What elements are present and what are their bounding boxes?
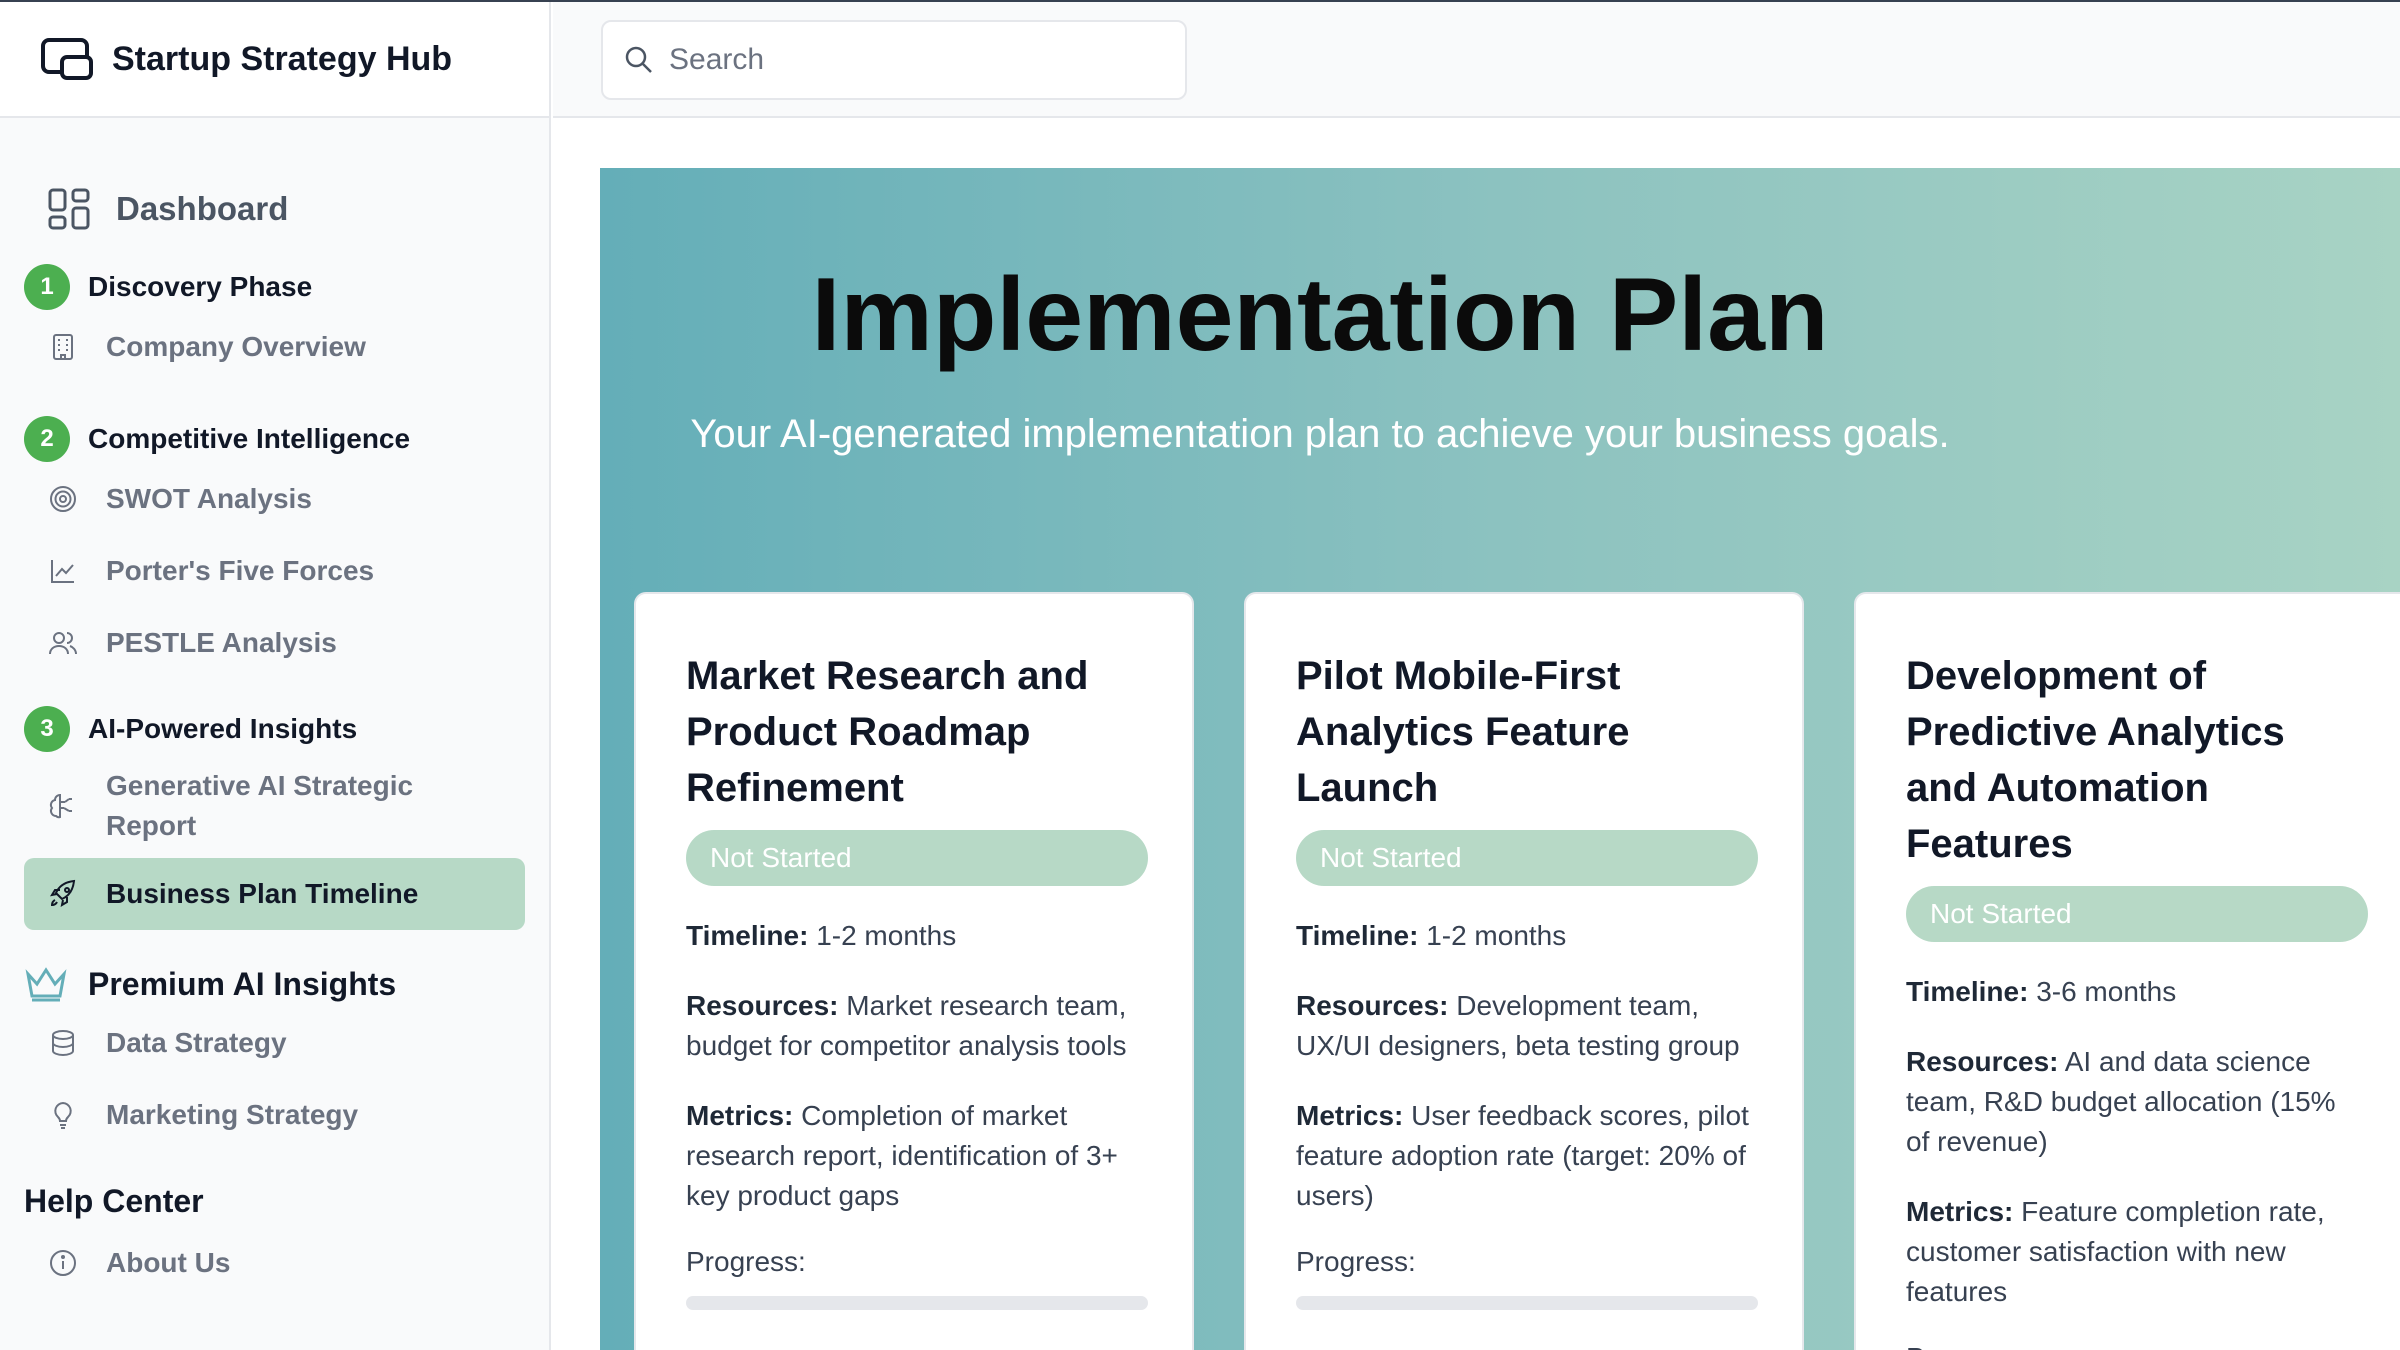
page-subtitle: Your AI-generated implementation plan to… xyxy=(690,412,1950,456)
status-badge: Not Started xyxy=(686,830,1148,886)
implementation-plan-hero: Implementation Plan Your AI-generated im… xyxy=(600,168,2400,1350)
card-title: Market Research and Product Roadmap Refi… xyxy=(686,654,1089,810)
resources-row: Resources: Market research team, budget … xyxy=(686,990,1127,1061)
plan-card: Pilot Mobile-First Analytics Feature Lau… xyxy=(1244,592,1804,1350)
app-logo-icon xyxy=(41,38,93,80)
crown-icon xyxy=(25,967,67,1002)
sidebar-item-porters-five-forces[interactable]: Porter's Five Forces xyxy=(24,546,525,596)
phase-discovery: 1 Discovery Phase xyxy=(24,262,525,312)
progress-bar xyxy=(1296,1296,1758,1310)
info-icon xyxy=(50,1250,76,1276)
plan-card: Market Research and Product Roadmap Refi… xyxy=(634,592,1194,1350)
phase-ai-powered-insights: 3 AI-Powered Insights xyxy=(24,704,525,754)
progress-bar xyxy=(686,1296,1148,1310)
sidebar-item-marketing-strategy[interactable]: Marketing Strategy xyxy=(24,1090,525,1140)
status-badge: Not Started xyxy=(1296,830,1758,886)
progress-label: Progress: xyxy=(686,1246,806,1277)
section-label: Premium AI Insights xyxy=(88,965,397,1002)
section-premium-ai-insights: Premium AI Insights xyxy=(24,958,525,1010)
sidebar-item-label: Generative AI Strategic Report xyxy=(106,770,414,841)
sidebar-item-pestle-analysis[interactable]: PESTLE Analysis xyxy=(24,618,525,668)
sidebar-nav: Dashboard 1 Discovery Phase Company Over… xyxy=(0,184,549,1288)
phase-label: Competitive Intelligence xyxy=(88,423,411,454)
sidebar-item-label: Business Plan Timeline xyxy=(106,878,419,909)
phase-number-badge: 1 xyxy=(24,264,70,310)
metrics-row: Metrics: User feedback scores, pilot fea… xyxy=(1296,1100,1749,1211)
search-icon xyxy=(625,46,652,73)
card-title: Pilot Mobile-First Analytics Feature Lau… xyxy=(1296,654,1630,810)
target-icon xyxy=(50,486,76,512)
metrics-row: Metrics: Feature completion rate, custom… xyxy=(1906,1196,2325,1307)
timeline-row: Timeline: 3-6 months xyxy=(1906,976,2177,1007)
database-icon xyxy=(52,1030,74,1057)
brand[interactable]: Startup Strategy Hub xyxy=(0,2,549,118)
sidebar-item-about-us[interactable]: About Us xyxy=(24,1238,525,1288)
sidebar-item-label: Company Overview xyxy=(106,331,366,362)
card-title: Development of Predictive Analytics and … xyxy=(1906,654,2285,866)
rocket-icon xyxy=(49,879,76,908)
phase-number-badge: 2 xyxy=(24,416,70,462)
sidebar: Startup Strategy Hub Dashboard 1 Discove… xyxy=(0,2,551,1350)
phase-label: Discovery Phase xyxy=(88,271,313,302)
status-badge: Not Started xyxy=(1906,886,2368,942)
page-title: Implementation Plan xyxy=(811,257,1829,373)
sidebar-item-data-strategy[interactable]: Data Strategy xyxy=(24,1018,525,1068)
plan-card: Development of Predictive Analytics and … xyxy=(1854,592,2400,1350)
sidebar-item-label: About Us xyxy=(106,1247,231,1278)
building-icon xyxy=(53,334,73,360)
sidebar-item-swot-analysis[interactable]: SWOT Analysis xyxy=(24,474,525,524)
progress-label: Progress: xyxy=(1906,1342,2364,1350)
sidebar-item-business-plan-timeline[interactable]: Business Plan Timeline xyxy=(24,858,525,930)
users-icon xyxy=(49,632,77,655)
line-chart-icon xyxy=(51,560,74,583)
phase-competitive-intelligence: 2 Competitive Intelligence xyxy=(24,414,525,464)
search-box[interactable] xyxy=(601,20,1187,100)
sidebar-item-label: SWOT Analysis xyxy=(106,483,312,514)
sidebar-item-dashboard[interactable]: Dashboard xyxy=(24,184,525,234)
sidebar-item-generative-ai-report[interactable]: Generative AI Strategic Report xyxy=(24,764,525,848)
timeline-row: Timeline: 1-2 months xyxy=(686,920,957,951)
sidebar-item-company-overview[interactable]: Company Overview xyxy=(24,322,525,372)
phase-number-badge: 3 xyxy=(24,706,70,752)
sidebar-item-label: Porter's Five Forces xyxy=(106,555,375,586)
metrics-row: Metrics: Completion of market research r… xyxy=(686,1100,1118,1211)
resources-row: Resources: AI and data science team, R&D… xyxy=(1906,1046,2336,1157)
timeline-row: Timeline: 1-2 months xyxy=(1296,920,1567,951)
top-bar xyxy=(553,2,2400,118)
app-title: Startup Strategy Hub xyxy=(112,39,453,78)
progress-label: Progress: xyxy=(1296,1246,1416,1277)
sidebar-item-label: Data Strategy xyxy=(106,1027,287,1058)
sidebar-item-label: Marketing Strategy xyxy=(106,1099,359,1130)
sidebar-item-label: PESTLE Analysis xyxy=(106,627,337,658)
lightbulb-icon xyxy=(54,1101,72,1129)
dashboard-grid-icon xyxy=(48,188,90,230)
search-input[interactable] xyxy=(669,43,1149,77)
phase-label: AI-Powered Insights xyxy=(88,713,358,744)
resources-row: Resources: Development team, UX/UI desig… xyxy=(1296,990,1740,1061)
brain-icon xyxy=(49,793,72,819)
section-help-center: Help Center xyxy=(24,1182,204,1219)
sidebar-item-label: Dashboard xyxy=(116,190,289,227)
